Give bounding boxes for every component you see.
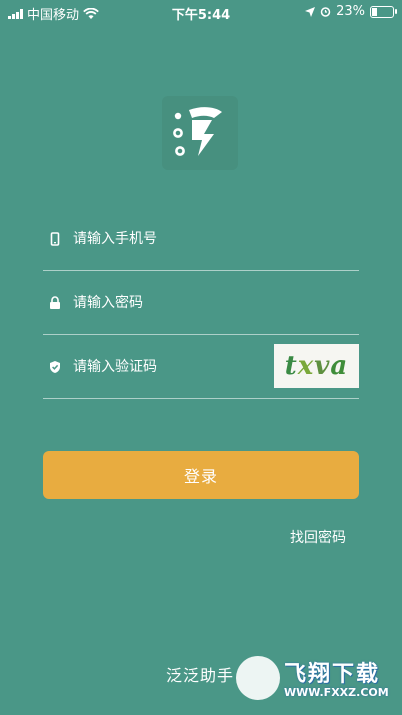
site-watermark: 飞翔下载 WWW.FXXZ.COM: [236, 654, 398, 710]
status-right: 23%: [305, 4, 397, 19]
shield-icon: [50, 361, 60, 373]
captcha-char: t: [284, 351, 298, 381]
captcha-image[interactable]: t x v a: [274, 344, 359, 388]
lock-icon: [50, 296, 60, 309]
login-button[interactable]: 登录: [43, 451, 359, 499]
watermark-url: WWW.FXXZ.COM: [284, 686, 389, 699]
forgot-password-link[interactable]: 找回密码: [290, 527, 346, 547]
phone-icon: [50, 232, 60, 246]
captcha-char: x: [297, 351, 315, 381]
phone-input[interactable]: [71, 226, 305, 252]
watermark-logo-icon: [236, 656, 280, 700]
captcha-char: v: [314, 351, 331, 381]
battery-icon: [370, 5, 397, 18]
captcha-char: a: [330, 351, 349, 381]
status-bar: 中国移动 下午5:44 23%: [0, 0, 402, 24]
battery-percent: 23%: [336, 4, 365, 19]
app-name-footer: 泛泛助手: [166, 666, 235, 685]
app-logo-icon: [162, 96, 238, 170]
phone-field: [43, 206, 359, 271]
alarm-icon: [320, 7, 331, 17]
password-field: [43, 270, 359, 335]
password-input[interactable]: [71, 290, 305, 316]
verification-code-input[interactable]: [71, 354, 265, 380]
watermark-title: 飞翔下载: [284, 662, 381, 687]
location-arrow-icon: [305, 6, 316, 17]
